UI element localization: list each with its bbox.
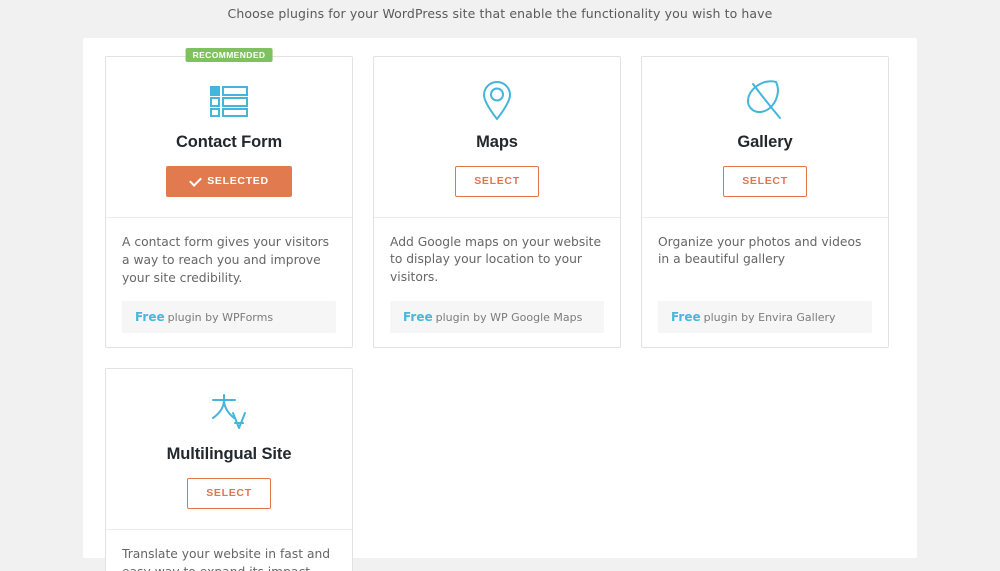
card-title: Multilingual Site — [166, 445, 292, 464]
card-header: Multilingual Site SELECT — [106, 369, 352, 530]
card-description: Translate your website in fast and easy … — [122, 546, 331, 571]
plugin-card-gallery[interactable]: Gallery SELECT Organize your photos and … — [641, 56, 889, 349]
select-button-gallery[interactable]: SELECT — [723, 166, 807, 197]
card-header: Maps SELECT — [374, 57, 620, 218]
card-footer-note: Free plugin by WP Google Maps — [390, 301, 604, 334]
button-label: SELECT — [206, 487, 252, 500]
free-label: Free — [671, 310, 701, 325]
plugins-panel: RECOMMENDED Contact Form SELECTED A cont… — [83, 38, 917, 571]
translate-icon — [120, 391, 338, 435]
leaf-icon — [656, 79, 874, 123]
map-pin-icon — [388, 79, 606, 123]
plugin-author: plugin by WP Google Maps — [435, 311, 583, 325]
plugins-page: Choose plugins for your WordPress site t… — [0, 0, 1000, 571]
select-button-maps[interactable]: SELECT — [455, 166, 539, 197]
card-description: Organize your photos and videos in a bea… — [658, 234, 862, 267]
card-title: Maps — [476, 133, 518, 151]
button-label: SELECT — [474, 175, 520, 187]
plugin-author: plugin by Envira Gallery — [703, 311, 836, 325]
card-description: Add Google maps on your website to displ… — [390, 234, 602, 285]
plugin-card-multilingual-site[interactable]: Multilingual Site SELECT Translate your … — [105, 368, 353, 571]
recommended-badge: RECOMMENDED — [185, 48, 273, 62]
check-icon — [189, 176, 200, 187]
form-list-icon — [120, 79, 338, 123]
plugin-card-maps[interactable]: Maps SELECT Add Google maps on your webs… — [373, 56, 621, 349]
select-button-contact-form[interactable]: SELECTED — [166, 166, 292, 197]
card-footer-note: Free plugin by WPForms — [122, 301, 336, 334]
card-body: Translate your website in fast and easy … — [106, 530, 352, 571]
free-label: Free — [135, 310, 165, 325]
card-body: Organize your photos and videos in a bea… — [642, 218, 888, 348]
card-description: A contact form gives your visitors a way… — [122, 235, 330, 285]
plugin-card-contact-form[interactable]: RECOMMENDED Contact Form SELECTED A cont… — [105, 48, 353, 349]
button-label: SELECTED — [207, 175, 269, 188]
card-body: A contact form gives your visitors a way… — [106, 218, 352, 347]
card-footer-note: Free plugin by Envira Gallery — [658, 301, 872, 334]
button-label: SELECT — [742, 175, 788, 187]
plugin-author: plugin by WPForms — [167, 311, 274, 325]
select-button-multilingual-site[interactable]: SELECT — [187, 478, 271, 509]
card-title: Gallery — [737, 133, 793, 151]
card-body: Add Google maps on your website to displ… — [374, 218, 620, 348]
plugin-card-grid: RECOMMENDED Contact Form SELECTED A cont… — [83, 38, 917, 571]
free-label: Free — [403, 310, 433, 325]
card-header: Gallery SELECT — [642, 57, 888, 218]
card-header: Contact Form SELECTED — [106, 57, 352, 218]
page-subheading: Choose plugins for your WordPress site t… — [227, 6, 773, 21]
card-title: Contact Form — [175, 133, 283, 151]
